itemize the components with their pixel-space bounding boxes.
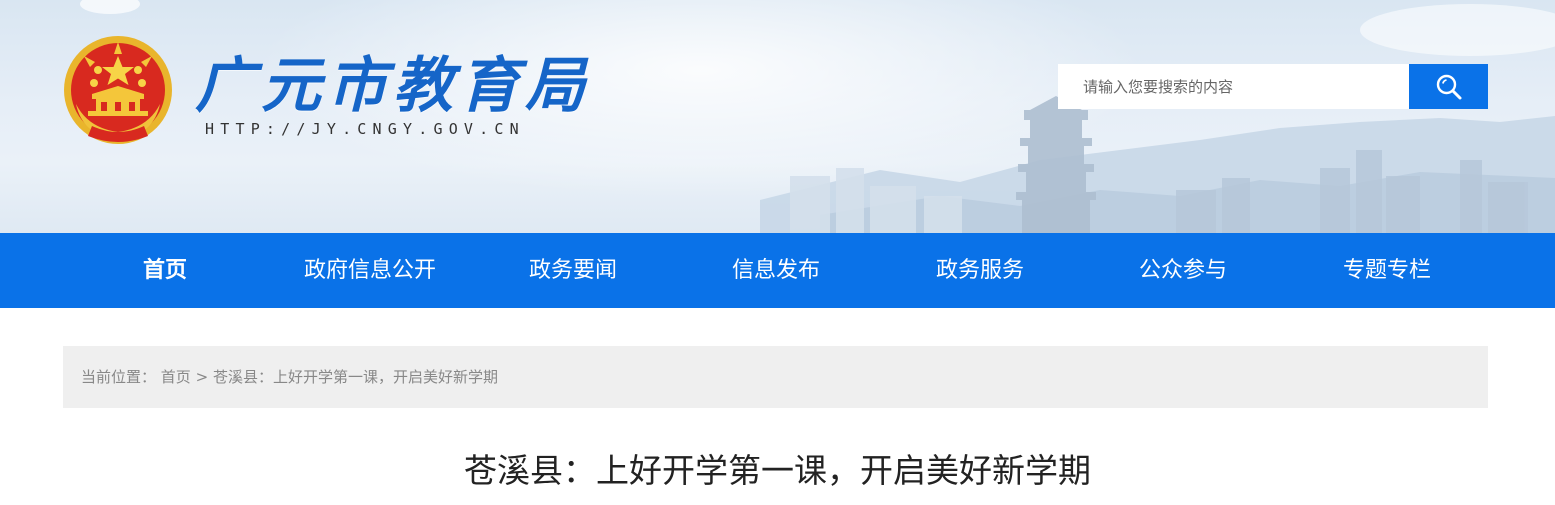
breadcrumb-prefix: 当前位置： bbox=[81, 368, 157, 386]
nav-item-info-release[interactable]: 信息发布 bbox=[732, 233, 820, 308]
nav-item-special-topics[interactable]: 专题专栏 bbox=[1343, 233, 1431, 308]
national-emblem-icon bbox=[64, 36, 172, 144]
nav-item-home[interactable]: 首页 bbox=[143, 233, 187, 308]
breadcrumb-current-link[interactable]: 苍溪县：上好开学第一课，开启美好新学期 bbox=[213, 368, 498, 386]
site-url: HTTP://JY.CNGY.GOV.CN bbox=[205, 120, 525, 138]
search-icon bbox=[1436, 74, 1461, 99]
nav-item-gov-info-disclosure[interactable]: 政府信息公开 bbox=[304, 233, 436, 308]
nav-item-public-participation[interactable]: 公众参与 bbox=[1139, 233, 1227, 308]
header-banner: 广元市教育局 HTTP://JY.CNGY.GOV.CN bbox=[0, 0, 1555, 233]
nav-item-gov-services[interactable]: 政务服务 bbox=[936, 233, 1024, 308]
search-input[interactable] bbox=[1058, 64, 1409, 109]
breadcrumb-home-link[interactable]: 首页 bbox=[161, 368, 191, 386]
breadcrumb: 当前位置： 首页 > 苍溪县：上好开学第一课，开启美好新学期 bbox=[63, 346, 1488, 408]
nav-item-gov-news[interactable]: 政务要闻 bbox=[529, 233, 617, 308]
breadcrumb-separator: > bbox=[195, 368, 209, 386]
article-title: 苍溪县：上好开学第一课，开启美好新学期 bbox=[464, 451, 1091, 490]
search-button[interactable] bbox=[1409, 64, 1488, 109]
site-title: 广元市教育局 bbox=[195, 51, 591, 121]
main-nav: 首页 政府信息公开 政务要闻 信息发布 政务服务 公众参与 专题专栏 bbox=[0, 233, 1555, 308]
